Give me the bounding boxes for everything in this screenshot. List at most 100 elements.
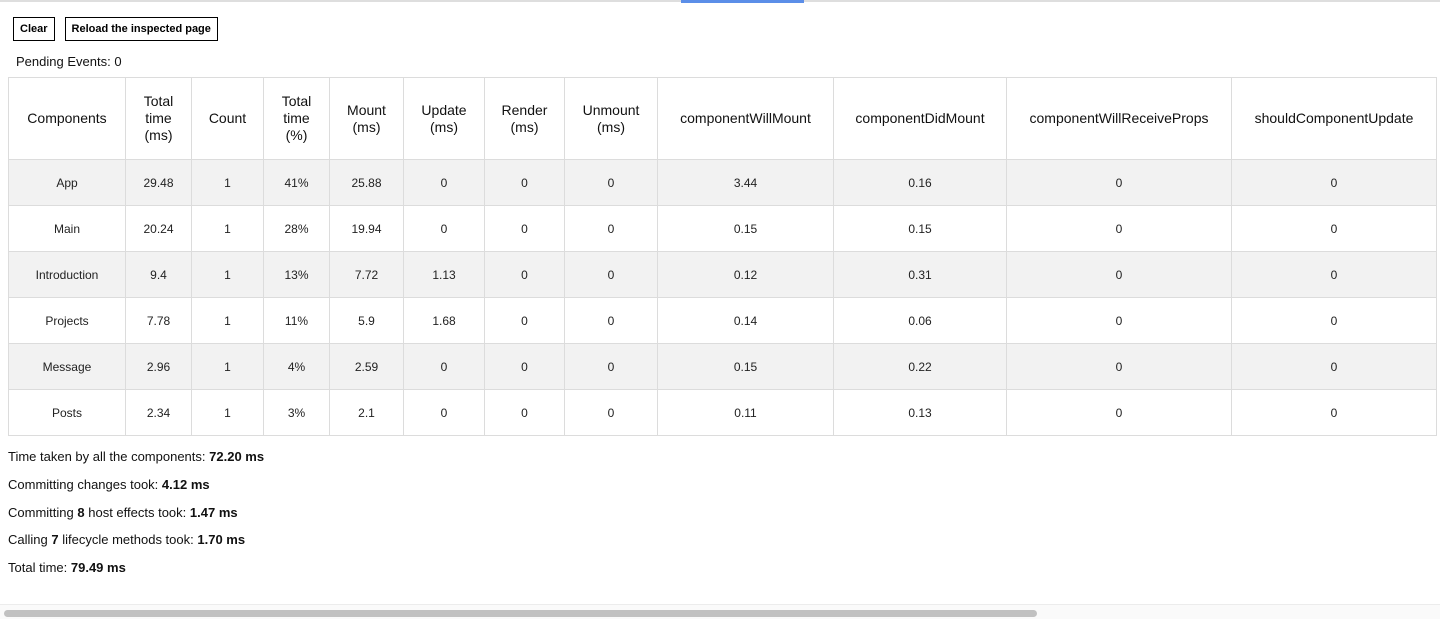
table-cell: 0 — [564, 297, 658, 344]
table-cell: 0.15 — [657, 343, 834, 390]
table-cell: 0 — [1006, 297, 1232, 344]
summary-components-time: Time taken by all the components: 72.20 … — [8, 449, 265, 464]
summary-total-time: Total time: 79.49 ms — [8, 560, 126, 576]
toolbar: Clear Reload the inspected page — [13, 17, 218, 41]
table-cell: 3.44 — [657, 159, 834, 206]
table-cell: 29.48 — [125, 159, 192, 206]
table-cell: 0 — [1231, 297, 1437, 344]
table-cell: 2.96 — [125, 343, 192, 390]
table-cell: 0.16 — [833, 159, 1007, 206]
table-cell: 1 — [191, 205, 264, 252]
table-cell: 41% — [263, 159, 330, 206]
pending-events-label: Pending Events: — [16, 54, 111, 69]
table-cell: 3% — [263, 389, 330, 436]
table-cell: 1 — [191, 343, 264, 390]
table-cell: 0 — [1231, 343, 1437, 390]
summary-host-effects-time: Committing 8 host effects took: 1.47 ms — [8, 504, 238, 520]
component-name-cell: Introduction — [8, 251, 126, 298]
component-name-cell: Message — [8, 343, 126, 390]
table-cell: 0 — [564, 389, 658, 436]
component-name-cell: App — [8, 159, 126, 206]
table-row: Main 20.24 1 28% 19.94 0 0 0 0.15 0.15 0 0 — [8, 205, 1437, 252]
table-cell: 7.78 — [125, 297, 192, 344]
table-cell: 13% — [263, 251, 330, 298]
table-cell: 7.72 — [329, 251, 404, 298]
clear-button[interactable]: Clear — [13, 17, 55, 41]
table-header-row: Components Total time (ms) Count Total time (%)… — [8, 77, 1437, 160]
table-row: Message 2.96 1 4% 2.59 0 0 0 0.15 0.22 0 0 — [8, 343, 1437, 390]
table-cell: 1 — [191, 297, 264, 344]
table-cell: 0 — [564, 159, 658, 206]
table-cell: 0 — [1006, 343, 1232, 390]
table-cell: 2.59 — [329, 343, 404, 390]
table-cell: 28% — [263, 205, 330, 252]
table-cell: 0.22 — [833, 343, 1007, 390]
table-cell: 0 — [484, 343, 565, 390]
table-cell: 0.15 — [833, 205, 1007, 252]
table-cell: 0 — [1006, 251, 1232, 298]
table-row: Introduction 9.4 1 13% 7.72 1.13 0 0 0.12 0.31 0 0 — [8, 251, 1437, 298]
table-cell: 0 — [484, 205, 565, 252]
table-cell: 9.4 — [125, 251, 192, 298]
table-cell: 0 — [484, 297, 565, 344]
table-cell: 0 — [484, 389, 565, 436]
column-header: Update (ms) — [403, 77, 485, 160]
timing-summary: Time taken by all the components: 72.20 … — [8, 448, 264, 587]
table-cell: 0 — [1231, 251, 1437, 298]
table-cell: 0.06 — [833, 297, 1007, 344]
column-header: shouldComponentUpdate — [1231, 77, 1437, 160]
table-cell: 19.94 — [329, 205, 404, 252]
table-cell: 1 — [191, 251, 264, 298]
table-cell: 0 — [484, 251, 565, 298]
table-cell: 1 — [191, 389, 264, 436]
column-header: Components — [8, 77, 126, 160]
table-cell: 20.24 — [125, 205, 192, 252]
table-cell: 2.1 — [329, 389, 404, 436]
table-cell: 0 — [403, 343, 485, 390]
component-name-cell: Projects — [8, 297, 126, 344]
table-cell: 0 — [403, 205, 485, 252]
table-row: Posts 2.34 1 3% 2.1 0 0 0 0.11 0.13 0 0 — [8, 389, 1437, 436]
table-cell: 0 — [564, 343, 658, 390]
component-perf-table: Components Total time (ms) Count Total time (%)… — [8, 77, 1437, 436]
table-cell: 0 — [1006, 389, 1232, 436]
table-cell: 2.34 — [125, 389, 192, 436]
table-cell: 0 — [403, 389, 485, 436]
table-cell: 0 — [403, 159, 485, 206]
table-cell: 0 — [484, 159, 565, 206]
horizontal-scrollbar-thumb[interactable] — [4, 610, 1037, 617]
column-header: componentWillReceiveProps — [1006, 77, 1232, 160]
table-cell: 11% — [263, 297, 330, 344]
pending-events: Pending Events: 0 — [16, 54, 122, 69]
column-header: componentDidMount — [833, 77, 1007, 160]
table-cell: 1 — [191, 159, 264, 206]
table-cell: 0.31 — [833, 251, 1007, 298]
table-cell: 0.13 — [833, 389, 1007, 436]
column-header: Count — [191, 77, 264, 160]
table-cell: 0 — [1231, 205, 1437, 252]
summary-commit-time: Committing changes took: 4.12 ms — [8, 476, 210, 492]
table-cell: 0.11 — [657, 389, 834, 436]
horizontal-scrollbar[interactable] — [0, 604, 1440, 619]
column-header: Total time (%) — [263, 77, 330, 160]
table-cell: 25.88 — [329, 159, 404, 206]
column-header: componentWillMount — [657, 77, 834, 160]
column-header: Mount (ms) — [329, 77, 404, 160]
table-cell: 0 — [564, 205, 658, 252]
table-cell: 0.12 — [657, 251, 834, 298]
table-cell: 4% — [263, 343, 330, 390]
column-header: Render (ms) — [484, 77, 565, 160]
component-name-cell: Posts — [8, 389, 126, 436]
column-header: Unmount (ms) — [564, 77, 658, 160]
summary-lifecycle-time: Calling 7 lifecycle methods took: 1.70 m… — [8, 532, 246, 548]
table-cell: 0.15 — [657, 205, 834, 252]
table-cell: 0 — [564, 251, 658, 298]
table-row: App 29.48 1 41% 25.88 0 0 0 3.44 0.16 0 0 — [8, 159, 1437, 206]
table-cell: 0 — [1006, 159, 1232, 206]
pending-events-count: 0 — [114, 54, 122, 69]
table-row: Projects 7.78 1 11% 5.9 1.68 0 0 0.14 0.06 0 0 — [8, 297, 1437, 344]
table-cell: 0 — [1231, 389, 1437, 436]
component-name-cell: Main — [8, 205, 126, 252]
column-header: Total time (ms) — [125, 77, 192, 160]
reload-inspected-page-button[interactable]: Reload the inspected page — [64, 17, 218, 41]
